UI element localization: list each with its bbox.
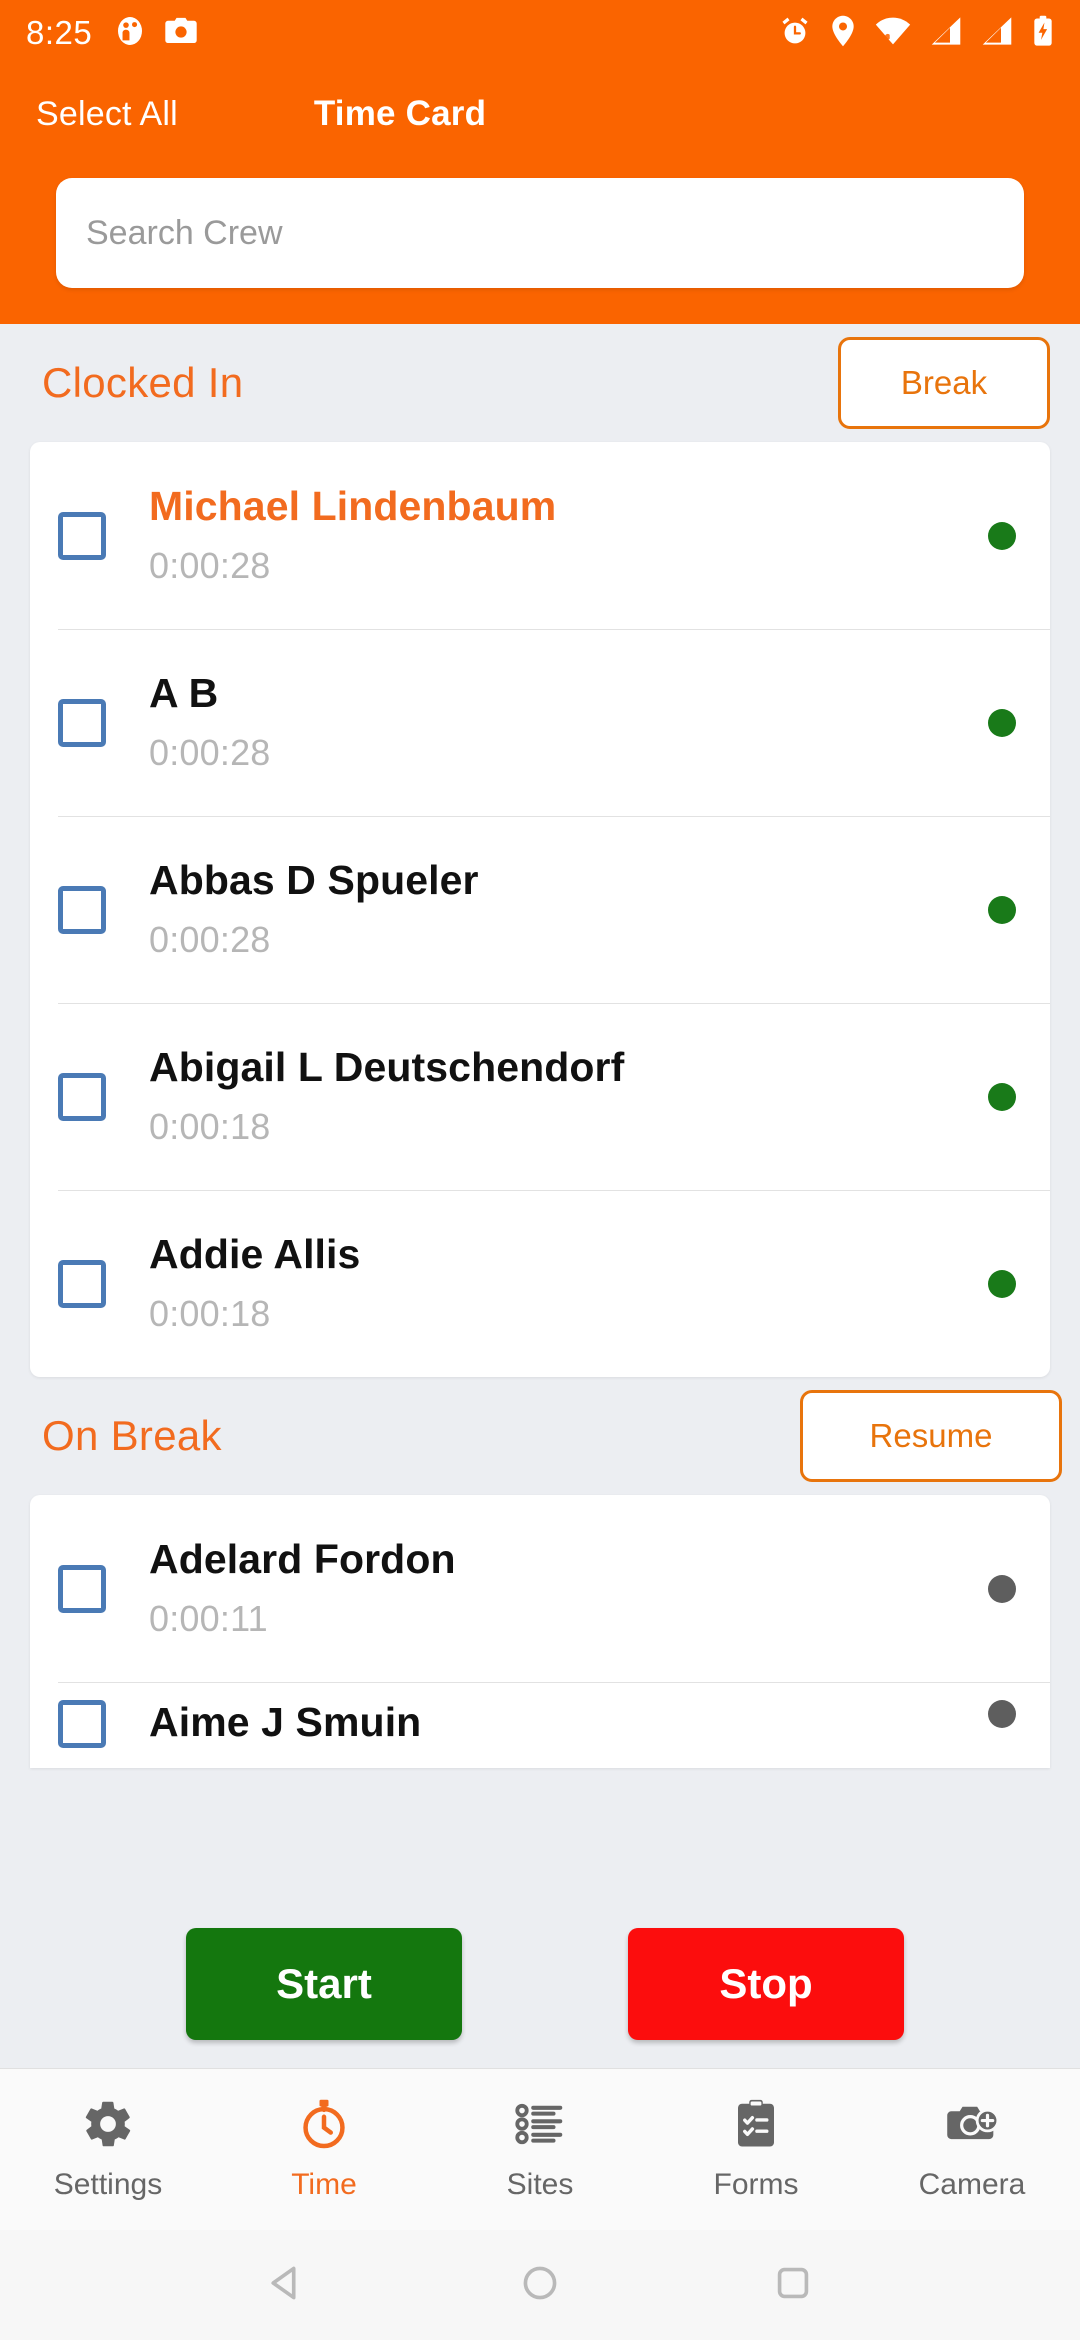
search-container (0, 178, 1080, 288)
signal-2-icon (981, 16, 1013, 51)
status-bar: 8:25 (0, 0, 1080, 66)
row-text: Adelard Fordon 0:00:11 (149, 1535, 456, 1640)
page-title: Time Card (313, 94, 487, 133)
nav-label-sites: Sites (506, 2168, 574, 2201)
app-root: 8:25 Select All Time Card Search Crew Cl… (0, 0, 1080, 2340)
table-row[interactable]: Adelard Fordon 0:00:11 (30, 1495, 1050, 1682)
row-text: Michael Lindenbaum 0:00:28 (149, 482, 557, 587)
status-dot (988, 708, 1016, 737)
nav-item-forms[interactable]: Forms (648, 2097, 864, 2202)
list-icon (513, 2097, 567, 2156)
nav-label-camera: Camera (918, 2168, 1026, 2201)
row-checkbox[interactable] (58, 885, 106, 934)
crew-elapsed-time: 0:00:28 (149, 919, 271, 961)
camera-icon (164, 16, 198, 51)
status-bar-clock: 8:25 (26, 14, 93, 51)
stop-button[interactable]: Stop (628, 1928, 904, 2040)
start-button[interactable]: Start (186, 1928, 462, 2040)
row-checkbox[interactable] (58, 1072, 106, 1121)
crew-name: Aime J Smuin (149, 1699, 422, 1745)
crew-name: Adelard Fordon (149, 1535, 456, 1582)
status-dot (988, 1574, 1016, 1603)
crew-name: Abbas D Spueler (149, 856, 479, 903)
break-button[interactable]: Break (838, 337, 1050, 429)
table-row[interactable]: A B 0:00:28 (30, 629, 1050, 816)
row-checkbox[interactable] (58, 698, 106, 747)
row-text: Aime J Smuin (149, 1699, 422, 1745)
action-bar: Start Stop (0, 1904, 1080, 2068)
crew-elapsed-time: 0:00:28 (149, 545, 271, 587)
status-dot (988, 1700, 1016, 1728)
location-icon (830, 15, 856, 52)
nav-label-settings: Settings (53, 2168, 163, 2201)
alarm-icon (779, 15, 811, 52)
nav-item-sites[interactable]: Sites (432, 2097, 648, 2202)
crew-name: A B (149, 669, 219, 716)
row-text: A B 0:00:28 (149, 669, 271, 774)
nav-label-forms: Forms (713, 2168, 799, 2201)
clipboard-check-icon (729, 2097, 783, 2156)
row-checkbox[interactable] (58, 511, 106, 560)
section-title-on-break: On Break (42, 1412, 222, 1459)
nav-item-time[interactable]: Time (216, 2097, 432, 2202)
header-top-row: Select All Time Card (0, 66, 1080, 162)
search-input[interactable] (56, 178, 1024, 288)
select-all-button[interactable]: Select All (36, 95, 178, 134)
crew-elapsed-time: 0:00:18 (149, 1293, 271, 1335)
status-dot (988, 1269, 1016, 1298)
signal-1-icon (930, 16, 962, 51)
stopwatch-icon (297, 2097, 351, 2156)
status-bar-system-icons (779, 15, 1054, 52)
row-text: Addie Allis 0:00:18 (149, 1230, 361, 1335)
on-break-card: Adelard Fordon 0:00:11 Aime J Smuin (30, 1495, 1050, 1768)
crew-elapsed-time: 0:00:11 (149, 1598, 268, 1640)
bottom-navigation: Settings Time Sites Forms Camera (0, 2068, 1080, 2230)
gear-icon (81, 2097, 135, 2156)
back-triangle-icon[interactable] (264, 2260, 310, 2311)
row-text: Abbas D Spueler 0:00:28 (149, 856, 479, 961)
table-row[interactable]: Aime J Smuin (30, 1682, 1050, 1768)
app-header: Select All Time Card (0, 66, 1080, 324)
row-checkbox[interactable] (58, 1564, 106, 1613)
section-header-on-break: On Break Resume (0, 1377, 1080, 1495)
clocked-in-card: Michael Lindenbaum 0:00:28 A B 0:00:28 A… (30, 442, 1050, 1377)
table-row[interactable]: Abbas D Spueler 0:00:28 (30, 816, 1050, 1003)
battery-charging-icon (1032, 15, 1054, 52)
status-dot (988, 521, 1016, 550)
crew-name: Michael Lindenbaum (149, 482, 557, 529)
crew-elapsed-time: 0:00:18 (149, 1106, 271, 1148)
wifi-icon (875, 16, 911, 51)
section-title-clocked-in: Clocked In (42, 359, 244, 406)
status-bar-notification-icons (114, 15, 198, 52)
home-circle-icon[interactable] (517, 2260, 563, 2311)
table-row[interactable]: Abigail L Deutschendorf 0:00:18 (30, 1003, 1050, 1190)
row-text: Abigail L Deutschendorf 0:00:18 (149, 1043, 625, 1148)
crew-name: Addie Allis (149, 1230, 361, 1277)
table-row[interactable]: Michael Lindenbaum 0:00:28 (30, 442, 1050, 629)
android-navigation-bar (0, 2230, 1080, 2340)
row-checkbox[interactable] (58, 1700, 106, 1748)
crew-list-body[interactable]: Clocked In Break Michael Lindenbaum 0:00… (0, 324, 1080, 1904)
resume-button[interactable]: Resume (800, 1390, 1062, 1482)
crew-elapsed-time: 0:00:28 (149, 732, 271, 774)
recents-square-icon[interactable] (770, 2260, 816, 2311)
profile-icon (114, 15, 146, 52)
row-checkbox[interactable] (58, 1259, 106, 1308)
crew-name: Abigail L Deutschendorf (149, 1043, 625, 1090)
nav-item-camera[interactable]: Camera (864, 2097, 1080, 2202)
status-dot (988, 895, 1016, 924)
camera-add-icon (944, 2097, 1000, 2156)
nav-label-time: Time (291, 2168, 357, 2201)
status-dot (988, 1082, 1016, 1111)
nav-item-settings[interactable]: Settings (0, 2097, 216, 2202)
section-header-clocked-in: Clocked In Break (0, 324, 1080, 442)
table-row[interactable]: Addie Allis 0:00:18 (30, 1190, 1050, 1377)
